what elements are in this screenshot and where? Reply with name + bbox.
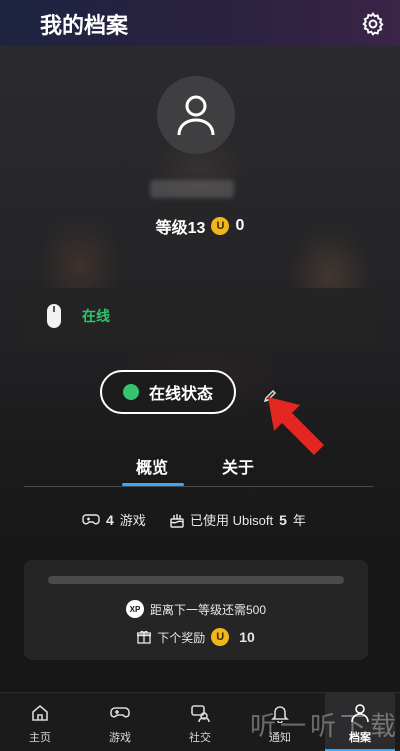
nav-item-games[interactable]: 游戏	[85, 693, 155, 751]
home-icon	[32, 704, 48, 721]
username-redacted	[150, 180, 234, 198]
app-header: 我的档案	[0, 0, 400, 46]
mouse-icon	[47, 304, 61, 328]
xp-remaining-row: XP 距离下一等级还需500	[24, 600, 368, 618]
nav-item-social[interactable]: 社交	[165, 693, 235, 751]
social-icon	[191, 705, 210, 723]
page-title: 我的档案	[40, 13, 129, 38]
games-label: 游戏	[119, 513, 146, 528]
games-count: 4	[106, 511, 114, 528]
cake-icon	[170, 513, 184, 528]
avatar[interactable]	[157, 76, 235, 154]
level-label: 等级13	[155, 220, 206, 237]
status-card: 在线	[24, 288, 374, 344]
gamepad-icon	[82, 513, 100, 524]
profile-tabs: 概览 关于	[24, 448, 374, 488]
coin-icon: U	[211, 628, 230, 646]
online-dot-icon	[122, 384, 139, 400]
watermark: 听一听下载	[250, 711, 400, 741]
tab-overview[interactable]: 概览	[136, 454, 168, 478]
nav-item-home[interactable]: 主页	[5, 693, 75, 751]
nav-label-games: 游戏	[109, 732, 131, 744]
stats-row: 4 游戏 已使用 Ubisoft 5 年	[0, 510, 400, 532]
user-icon	[177, 95, 215, 136]
next-reward-row: 下个奖励 U 10	[24, 628, 368, 646]
nav-label-social: 社交	[189, 732, 211, 744]
gear-icon[interactable]	[360, 11, 386, 37]
xp-progress-bar	[48, 576, 344, 584]
gamepad-icon	[110, 707, 130, 718]
level-row: 等级13 U 0	[0, 214, 400, 238]
online-status-button-label: 在线状态	[148, 386, 213, 403]
reward-amount: 10	[239, 629, 255, 645]
nav-label-home: 主页	[29, 732, 51, 744]
coin-icon: U	[211, 217, 230, 235]
ubisoft-suffix: 年	[292, 513, 306, 528]
coin-count: 0	[235, 217, 245, 234]
online-status-text: 在线	[82, 308, 110, 324]
ubisoft-years-stat: 已使用 Ubisoft 5 年	[170, 510, 306, 529]
reward-label: 下个奖励	[157, 630, 206, 645]
tab-divider	[24, 486, 374, 487]
ubisoft-years: 5	[279, 511, 287, 528]
gift-icon	[137, 630, 152, 644]
ubisoft-prefix: 已使用 Ubisoft	[190, 513, 274, 528]
xp-icon: XP	[125, 600, 144, 618]
tab-about[interactable]: 关于	[222, 454, 254, 478]
xp-remaining-text: 距离下一等级还需500	[149, 602, 267, 617]
online-status-button[interactable]: 在线状态	[100, 370, 236, 414]
level-progress-card: XP 距离下一等级还需500 下个奖励 U 10	[24, 560, 368, 660]
games-stat: 4 游戏	[82, 510, 146, 529]
